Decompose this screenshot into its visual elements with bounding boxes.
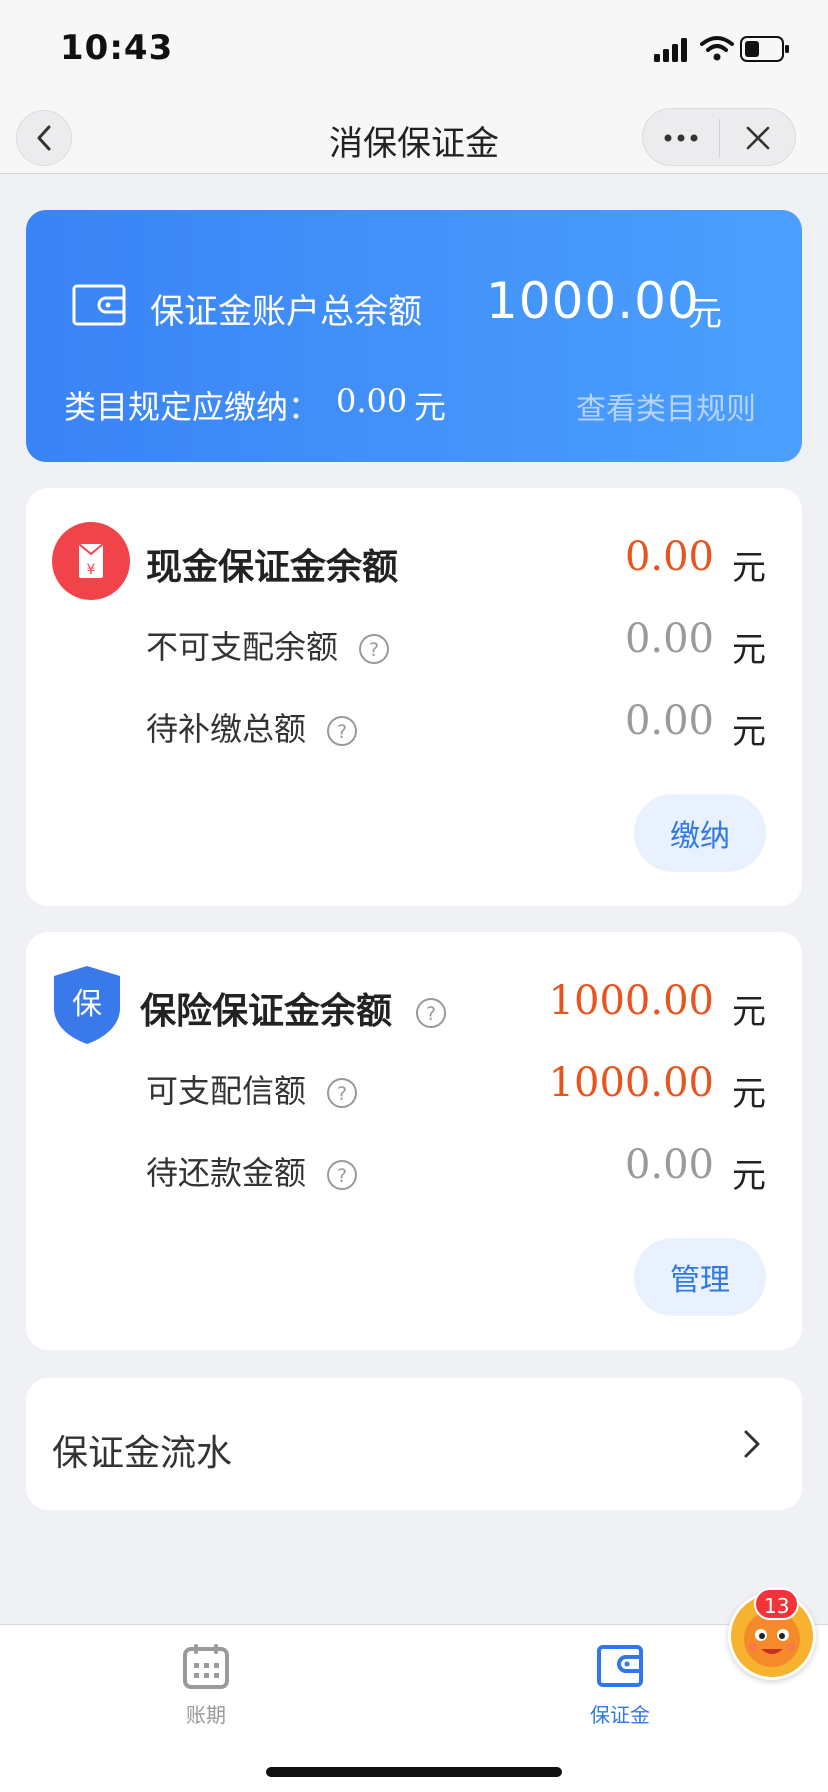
non-disposable-unit: 元 [732, 630, 766, 670]
non-disposable-amount: 0.00 [624, 616, 714, 662]
svg-text:?: ? [426, 1003, 436, 1025]
available-credit-unit: 元 [732, 1074, 766, 1114]
more-dots-icon [664, 134, 698, 142]
total-balance-amount: 1000.00 [486, 272, 700, 330]
deposit-flow-label: 保证金流水 [52, 1433, 233, 1474]
help-icon[interactable]: ? [415, 997, 447, 1029]
wallet-icon [597, 1645, 643, 1687]
shield-icon: 保 [54, 966, 120, 1044]
tab-billing-period[interactable]: 账期 [146, 1643, 266, 1728]
close-button[interactable] [720, 109, 796, 167]
pending-payment-unit: 元 [732, 712, 766, 752]
calendar-icon [183, 1644, 229, 1689]
status-time: 10:43 [60, 28, 174, 68]
svg-text:保: 保 [72, 987, 102, 1022]
help-icon[interactable]: ? [326, 1077, 358, 1109]
view-category-rules-link[interactable]: 查看类目规则 [576, 384, 756, 428]
bottom-tab-bar: 账期 保证金 [0, 1624, 828, 1792]
help-icon[interactable]: ? [326, 715, 358, 747]
svg-text:?: ? [369, 639, 379, 661]
pending-repayment-row: 待还款金额 ? [146, 1148, 358, 1194]
category-required-label: 类目规定应缴纳： [64, 388, 321, 426]
close-icon [746, 126, 770, 150]
tab-deposit[interactable]: 保证金 [560, 1643, 680, 1728]
pending-payment-row: 待补缴总额 ? [146, 704, 358, 750]
notification-badge: 13 [754, 1588, 800, 1620]
insurance-balance-amount: 1000.00 [548, 978, 714, 1024]
svg-text:?: ? [337, 721, 347, 743]
category-required-unit: 元 [414, 388, 447, 426]
cash-envelope-icon: ¥ [52, 522, 130, 600]
cash-balance-unit: 元 [732, 548, 766, 588]
nav-bar: 消保保证金 [0, 100, 828, 174]
cash-balance-amount: 0.00 [624, 534, 714, 580]
help-icon[interactable]: ? [326, 1159, 358, 1191]
pending-repayment-amount: 0.00 [624, 1142, 714, 1188]
non-disposable-row: 不可支配余额 ? [146, 622, 390, 668]
tab-deposit-label: 保证金 [590, 1703, 650, 1727]
available-credit-label: 可支配信额 [146, 1072, 307, 1110]
pending-repayment-label: 待还款金额 [146, 1154, 307, 1192]
pending-payment-amount: 0.00 [624, 698, 714, 744]
available-credit-row: 可支配信额 ? [146, 1066, 358, 1112]
cash-balance-label: 现金保证金余额 [146, 547, 399, 588]
insurance-balance-label: 保险保证金余额 [140, 991, 393, 1032]
available-credit-amount: 1000.00 [548, 1060, 714, 1106]
chevron-right-icon [744, 1430, 760, 1458]
cash-deposit-card: ¥ 现金保证金余额 0.00 元 不可支配余额 ? 0.00 元 待补缴总额 ?… [26, 488, 802, 906]
insurance-balance-row: 保险保证金余额 ? [140, 982, 447, 1034]
total-balance-label: 保证金账户总余额 [150, 292, 422, 332]
wifi-icon [700, 36, 734, 61]
svg-text:?: ? [337, 1083, 347, 1105]
pending-repayment-unit: 元 [732, 1156, 766, 1196]
wallet-icon [72, 284, 126, 326]
insurance-balance-unit: 元 [732, 992, 766, 1032]
help-icon[interactable]: ? [358, 633, 390, 665]
manage-button[interactable]: 管理 [634, 1238, 766, 1316]
category-required-amount: 0.00 [336, 382, 408, 420]
more-button[interactable] [643, 109, 719, 167]
svg-text:?: ? [337, 1165, 347, 1187]
non-disposable-label: 不可支配余额 [146, 628, 339, 666]
pending-payment-label: 待补缴总额 [146, 710, 307, 748]
status-bar: 10:43 [0, 0, 828, 100]
balance-summary-card: 保证金账户总余额 1000.00 元 类目规定应缴纳： 0.00 元 查看类目规… [26, 210, 802, 462]
tab-billing-period-label: 账期 [186, 1703, 226, 1727]
mini-program-capsule [642, 108, 796, 166]
pay-button[interactable]: 缴纳 [634, 794, 766, 872]
home-indicator [266, 1767, 562, 1777]
svg-text:¥: ¥ [87, 562, 96, 578]
signal-icon [654, 38, 687, 62]
total-balance-unit: 元 [688, 294, 722, 334]
deposit-flow-row[interactable]: 保证金流水 [26, 1378, 802, 1510]
insurance-deposit-card: 保 保险保证金余额 ? 1000.00 元 可支配信额 ? 1000.00 元 … [26, 932, 802, 1350]
battery-icon [740, 36, 789, 62]
